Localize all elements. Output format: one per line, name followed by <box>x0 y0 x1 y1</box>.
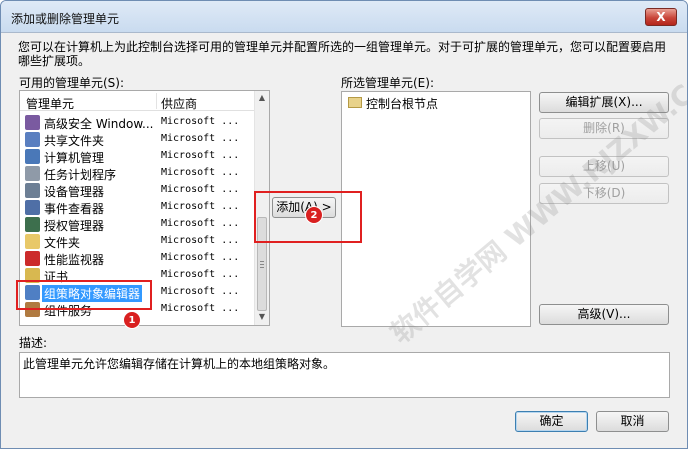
authorization-icon <box>25 217 40 232</box>
snapin-name: 任务计划程序 <box>44 168 117 182</box>
list-item[interactable]: 设备管理器 Microsoft ... <box>20 182 255 199</box>
selected-label: 所选管理单元(E): <box>341 76 434 90</box>
no-entry-icon <box>25 251 40 266</box>
snapin-vendor: Microsoft ... <box>161 133 240 144</box>
list-header: 管理单元 供应商 <box>20 91 255 111</box>
snapin-vendor: Microsoft ... <box>161 286 240 297</box>
grip-line <box>260 264 264 265</box>
shield-globe-icon <box>25 115 40 130</box>
snapin-name: 计算机管理 <box>44 151 105 165</box>
snapin-vendor: Microsoft ... <box>161 303 240 314</box>
intro-text: 您可以在计算机上为此控制台选择可用的管理单元并配置所选的一组管理单元。对于可扩展… <box>18 40 667 68</box>
list-item[interactable]: 性能监视器 Microsoft ... <box>20 250 255 267</box>
col-header-name[interactable]: 管理单元 <box>26 95 74 112</box>
grip-line <box>260 261 264 262</box>
highlight-box-snapin <box>16 280 152 310</box>
col-header-vendor[interactable]: 供应商 <box>161 95 197 112</box>
dialog-title: 添加或删除管理单元 <box>11 12 120 26</box>
description-box: 此管理单元允许您编辑存储在计算机上的本地组策略对象。 <box>19 352 670 398</box>
add-remove-snapins-dialog: 添加或删除管理单元 X 您可以在计算机上为此控制台选择可用的管理单元并配置所选的… <box>0 0 688 449</box>
list-item[interactable]: 文件夹 Microsoft ... <box>20 233 255 250</box>
step-badge-2: 2 <box>305 206 323 224</box>
advanced-button[interactable]: 高级(V)... <box>539 304 669 325</box>
list-item[interactable]: 授权管理器 Microsoft ... <box>20 216 255 233</box>
description-label: 描述: <box>19 336 48 350</box>
grip-line <box>260 267 264 268</box>
snapin-name: 高级安全 Window... <box>44 117 154 131</box>
snapin-vendor: Microsoft ... <box>161 167 240 178</box>
available-label: 可用的管理单元(S): <box>19 76 125 90</box>
list-item[interactable]: 共享文件夹 Microsoft ... <box>20 131 255 148</box>
folder-icon <box>348 97 362 108</box>
snapin-name: 共享文件夹 <box>44 134 105 148</box>
list-item[interactable]: 高级安全 Window... Microsoft ... <box>20 114 255 131</box>
snapin-name: 性能监视器 <box>44 253 105 267</box>
device-manager-icon <box>25 183 40 198</box>
list-item[interactable]: 任务计划程序 Microsoft ... <box>20 165 255 182</box>
clock-icon <box>25 166 40 181</box>
snapin-vendor: Microsoft ... <box>161 116 240 127</box>
snapin-vendor: Microsoft ... <box>161 201 240 212</box>
scroll-down-icon[interactable]: ▼ <box>257 312 267 324</box>
snapin-name: 授权管理器 <box>44 219 105 233</box>
column-separator[interactable] <box>156 93 157 109</box>
step-badge-1: 1 <box>123 311 141 329</box>
snapin-name: 事件查看器 <box>44 202 105 216</box>
cancel-button[interactable]: 取消 <box>596 411 669 432</box>
event-viewer-icon <box>25 200 40 215</box>
scroll-up-icon[interactable]: ▲ <box>257 93 267 105</box>
description-text: 此管理单元允许您编辑存储在计算机上的本地组策略对象。 <box>23 357 336 371</box>
title-bar: 添加或删除管理单元 X <box>1 1 687 33</box>
snapin-vendor: Microsoft ... <box>161 150 240 161</box>
computer-management-icon <box>25 149 40 164</box>
snapin-vendor: Microsoft ... <box>161 269 240 280</box>
list-item[interactable]: 事件查看器 Microsoft ... <box>20 199 255 216</box>
snapin-vendor: Microsoft ... <box>161 235 240 246</box>
console-root-item[interactable]: 控制台根节点 <box>366 95 438 112</box>
snapin-vendor: Microsoft ... <box>161 252 240 263</box>
shared-folder-icon <box>25 132 40 147</box>
ok-button[interactable]: 确定 <box>515 411 588 432</box>
close-button[interactable]: X <box>645 8 677 26</box>
list-item[interactable]: 计算机管理 Microsoft ... <box>20 148 255 165</box>
snapin-name: 文件夹 <box>44 236 81 250</box>
folder-icon <box>25 234 40 249</box>
snapin-name: 设备管理器 <box>44 185 105 199</box>
snapin-vendor: Microsoft ... <box>161 218 240 229</box>
snapin-vendor: Microsoft ... <box>161 184 240 195</box>
